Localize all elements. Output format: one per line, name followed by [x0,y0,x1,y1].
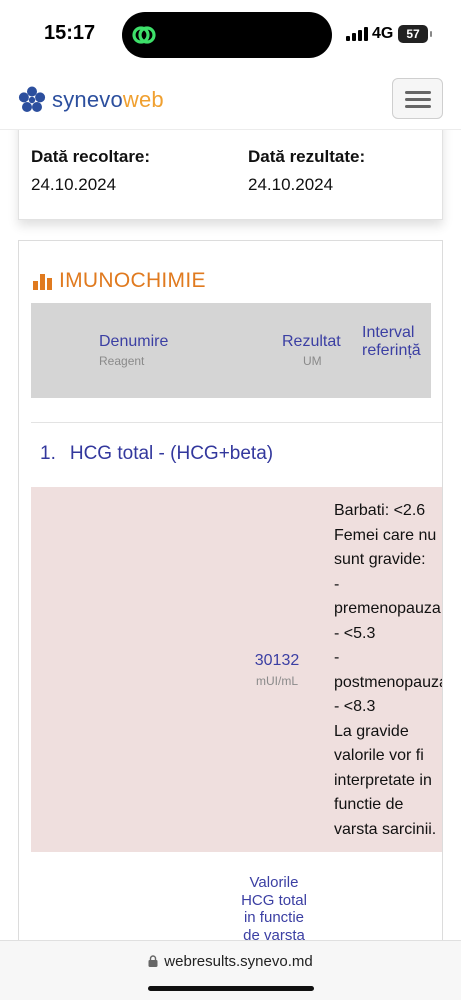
reference-line: Femei care nu [334,526,437,544]
column-rezultat: Rezultat [282,333,341,350]
hamburger-icon-line [405,98,431,101]
reference-interval: Barbati: <2.6 Femei care nu sunt gravide… [334,499,443,842]
result-unit: mUI/mL [256,674,298,688]
reference-line: valorile vor fi [334,747,424,764]
bar-chart-icon [33,274,52,290]
logo-text: synevoweb [52,87,164,113]
hamburger-icon-line [405,91,431,94]
browser-url-bar[interactable]: webresults.synevo.md [0,940,461,1000]
reference-line: interpretate in [334,771,432,789]
section-title: IMUNOCHIMIE [59,269,206,292]
url-display[interactable]: webresults.synevo.md [0,953,461,970]
status-time: 15:17 [44,22,96,44]
test-name: HCG total - (HCG+beta) [69,443,274,464]
site-header: synevoweb [0,68,461,130]
collection-date-value: 24.10.2024 [31,175,117,194]
note-line: HCG total [241,891,307,909]
home-indicator[interactable] [148,986,314,991]
test-number: 1. [40,443,56,464]
table-header: Denumire Reagent Rezultat UM Interval re… [31,303,431,398]
note-line: in functie [243,909,305,926]
logo-text-accent: web [122,87,164,112]
reference-line: - [334,575,340,593]
column-denumire: Denumire [99,333,169,350]
reference-line: - <8.3 [334,698,376,715]
test-title: 1. HCG total - (HCG+beta) [40,443,273,465]
table-row: 30132 mUI/mL Barbati: <2.6 Femei care nu… [31,487,443,852]
battery-level: 57 [406,27,420,41]
results-card: IMUNOCHIMIE Denumire Reagent Rezultat UM… [18,240,443,1000]
hcg-note: Valorile HCG total in functie de varsta [231,874,317,944]
link-activity-icon [132,26,156,44]
status-bar: 15:17 4G 57 [0,0,461,68]
reference-line: Barbati: <2.6 [334,502,426,519]
reference-line: varsta sarcinii. [334,820,437,838]
column-referinta: referință [362,342,421,359]
hamburger-icon-line [405,105,431,108]
menu-button[interactable] [392,78,443,119]
collection-date-label: Dată recoltare: [31,147,151,166]
signal-icon [346,27,368,41]
reference-line: functie de [334,796,404,813]
result-value: 30132 [254,652,300,669]
note-line: Valorile [249,874,299,891]
column-interval: Interval [362,324,415,341]
column-um: UM [303,354,322,368]
result-date-label: Dată rezultate: [248,147,366,166]
network-type: 4G [372,25,394,42]
reference-line: - <5.3 [334,624,376,642]
reference-line: sunt gravide: [334,551,426,568]
reference-line: La gravide [334,722,409,740]
battery-icon: 57 [398,25,432,43]
divider [31,422,442,423]
synevo-flower-icon [18,86,46,112]
url-text: webresults.synevo.md [164,953,313,970]
logo-text-primary: synevo [52,87,123,112]
lock-icon [148,955,158,967]
result-date-value: 24.10.2024 [248,175,334,194]
column-reagent: Reagent [99,354,145,368]
section-header: IMUNOCHIMIE [33,269,206,293]
reference-line: postmenopauza [334,673,443,691]
reference-line: premenopauza [334,600,441,617]
reference-line: - [334,649,340,666]
site-logo[interactable]: synevoweb [18,86,164,114]
